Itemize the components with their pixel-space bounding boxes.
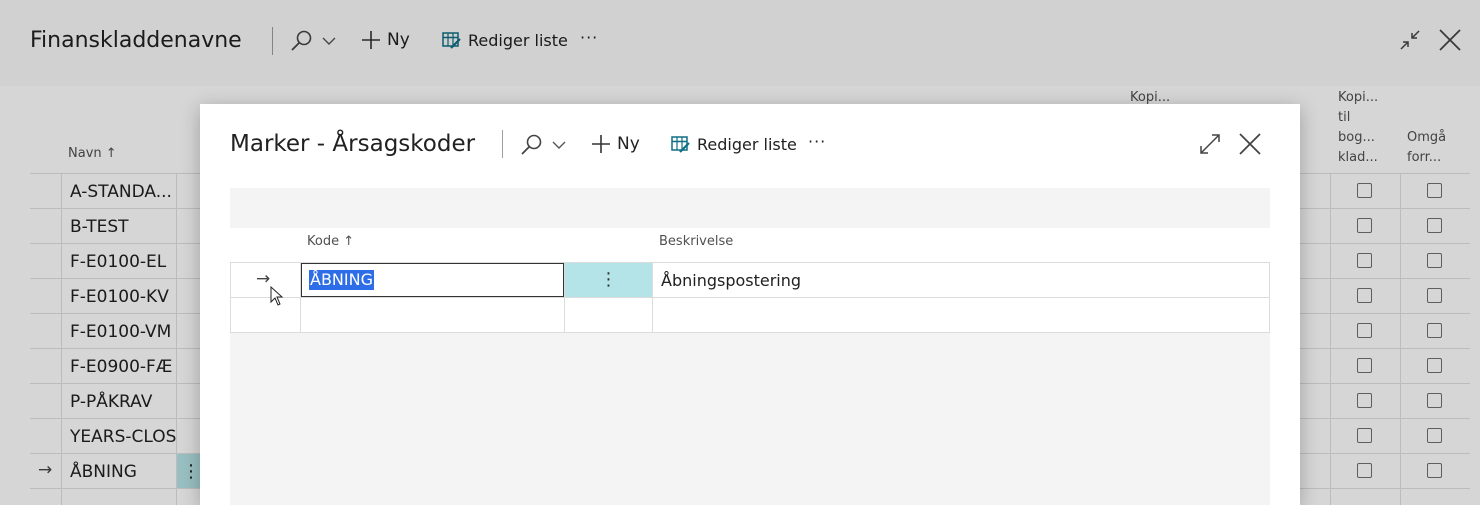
edit-list-button[interactable]: Rediger liste (671, 134, 797, 154)
search-button[interactable] (520, 134, 568, 156)
new-button-label: Ny (617, 134, 640, 154)
row-actions-dots[interactable]: ⋮ (565, 263, 652, 297)
toolbar-separator (502, 130, 503, 158)
chevron-down-icon (552, 141, 566, 149)
row-marker-arrow: → (256, 269, 271, 289)
grid-line (1269, 262, 1270, 332)
kode-cell-input[interactable]: ÅBNING (301, 263, 564, 297)
expand-icon (1200, 134, 1220, 154)
column-header-kode[interactable]: Kode ↑ (307, 228, 354, 256)
mouse-cursor-icon (270, 286, 284, 306)
grid-line (230, 332, 1270, 333)
kode-value: ÅBNING (309, 270, 374, 290)
grid-line (230, 262, 231, 332)
dialog-title: Marker - Årsagskoder (230, 131, 476, 157)
sort-up-icon: ↑ (343, 234, 355, 249)
edit-list-label: Rediger liste (697, 134, 797, 154)
plus-icon (592, 135, 610, 153)
more-actions-button[interactable]: ··· (808, 132, 826, 151)
beskrivelse-value[interactable]: Åbningspostering (661, 271, 801, 290)
new-button[interactable]: Ny (590, 133, 640, 155)
grid-line (652, 262, 653, 332)
column-header-beskrivelse[interactable]: Beskrivelse (659, 228, 733, 256)
close-icon (1239, 133, 1261, 155)
close-dialog-button[interactable] (1238, 132, 1262, 160)
dialog-body: Kode ↑ Beskrivelse → ÅBNING ⋮ Åbningspos… (230, 188, 1270, 505)
expand-button[interactable] (1198, 132, 1222, 160)
edit-list-icon (671, 136, 690, 153)
search-icon (521, 134, 542, 155)
lookup-dialog: Marker - Årsagskoder Ny Rediger liste ··… (200, 104, 1300, 505)
grid-line (230, 297, 1270, 298)
lookup-grid: Kode ↑ Beskrivelse → ÅBNING ⋮ Åbningspos… (230, 228, 1270, 333)
